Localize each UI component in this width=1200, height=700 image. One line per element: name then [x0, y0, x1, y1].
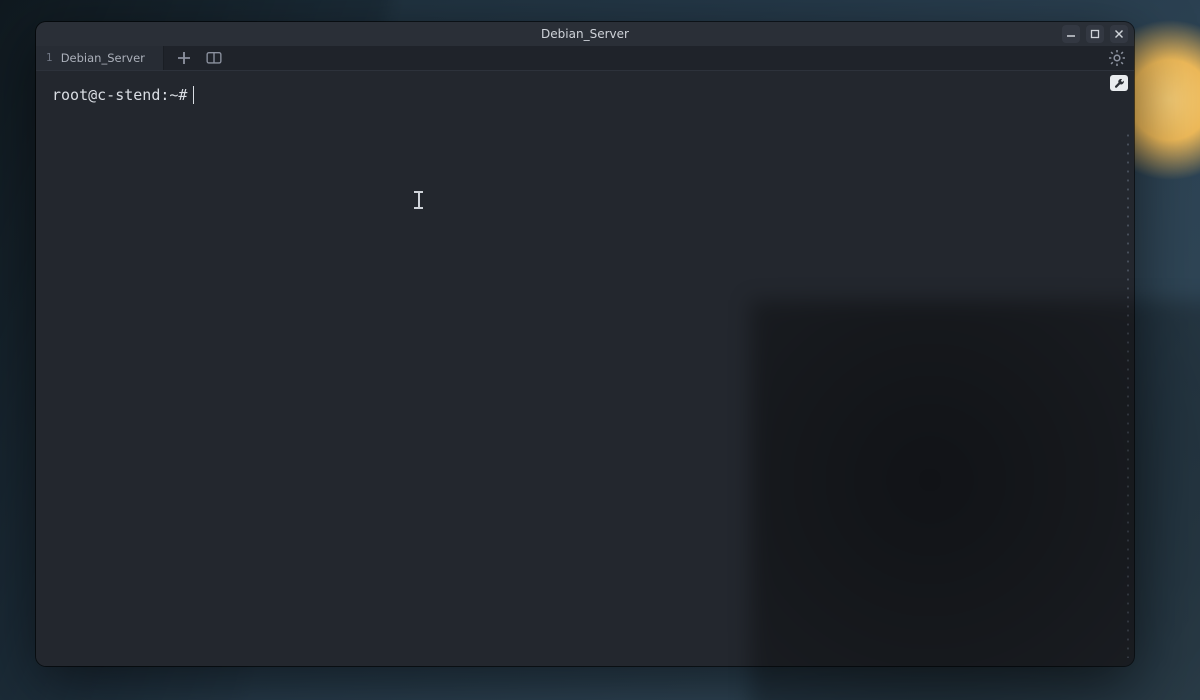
maximize-button[interactable]	[1086, 25, 1104, 43]
gear-icon	[1108, 49, 1126, 67]
tools-button[interactable]	[1110, 75, 1128, 91]
window-title: Debian_Server	[541, 27, 629, 41]
wrench-icon	[1114, 78, 1125, 89]
maximize-icon	[1090, 29, 1100, 39]
settings-button[interactable]	[1108, 49, 1126, 67]
text-cursor	[193, 86, 194, 104]
shell-prompt: root@c-stend:~#	[52, 85, 187, 105]
tabbar-right-actions	[1108, 46, 1126, 70]
split-icon	[206, 51, 222, 65]
scrollbar[interactable]	[1126, 131, 1130, 658]
plus-icon	[176, 50, 192, 66]
terminal-window: Debian_Server 1 Debian_Server	[36, 22, 1134, 666]
close-icon	[1114, 29, 1124, 39]
mouse-ibeam-cursor	[414, 191, 423, 209]
window-controls	[1062, 25, 1128, 43]
tab-debian-server[interactable]: 1 Debian_Server	[36, 46, 164, 70]
split-pane-button[interactable]	[206, 50, 222, 66]
tab-bar: 1 Debian_Server	[36, 46, 1134, 71]
minimize-icon	[1066, 29, 1076, 39]
minimize-button[interactable]	[1062, 25, 1080, 43]
new-tab-button[interactable]	[176, 50, 192, 66]
desktop-wallpaper: Debian_Server 1 Debian_Server	[0, 0, 1200, 700]
close-button[interactable]	[1110, 25, 1128, 43]
tab-label: Debian_Server	[61, 51, 145, 65]
tab-actions	[164, 46, 222, 70]
prompt-line: root@c-stend:~#	[52, 85, 1118, 105]
titlebar[interactable]: Debian_Server	[36, 22, 1134, 46]
tab-index: 1	[46, 52, 53, 64]
terminal-pane[interactable]: root@c-stend:~#	[36, 71, 1134, 666]
